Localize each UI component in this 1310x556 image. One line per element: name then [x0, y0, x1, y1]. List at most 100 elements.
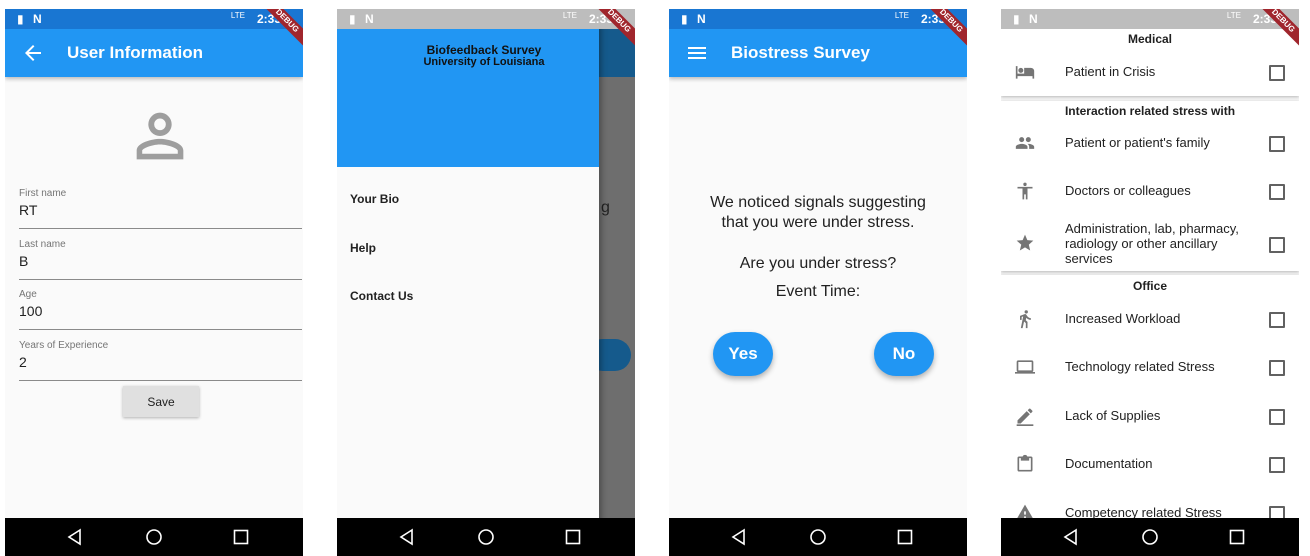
- walk-icon: [1020, 310, 1031, 329]
- field-label: Last name: [19, 239, 66, 250]
- section-title: Office: [1132, 279, 1167, 293]
- person-icon: [136, 112, 184, 160]
- status-notification-icons: ▮ N: [681, 12, 709, 26]
- network-label: LTE: [894, 11, 909, 20]
- network-label: LTE: [230, 11, 245, 20]
- checkbox-row[interactable]: Lack of Supplies: [1001, 396, 1299, 436]
- page-title: User Information: [67, 43, 204, 62]
- status-bar: ▮ N LTE 2:33 DEBUG: [337, 9, 635, 54]
- field-label: First name: [19, 188, 67, 199]
- checkbox[interactable]: [1269, 409, 1285, 425]
- checkbox-row[interactable]: Administration, lab, pharmacy, radiology…: [1001, 221, 1299, 269]
- checkbox[interactable]: [1269, 237, 1285, 253]
- menu-icon[interactable]: [685, 41, 709, 65]
- phone-user-information: ▮ N LTE 2:33 DEBUG User Information Firs…: [5, 9, 303, 556]
- section-interaction: Interaction related stress with Patient …: [1001, 101, 1299, 271]
- field-label: Age: [19, 289, 37, 300]
- navigation-drawer: Biofeedback Survey University of Louisia…: [337, 9, 599, 556]
- field-label: Years of Experience: [19, 340, 109, 351]
- no-button[interactable]: No: [874, 332, 934, 376]
- checkbox[interactable]: [1269, 457, 1285, 473]
- nav-home-icon[interactable]: [144, 527, 164, 547]
- status-bar: ▮ N LTE 2:33 DEBUG: [669, 9, 967, 54]
- app-bar: User Information: [5, 29, 303, 77]
- field-value[interactable]: B: [19, 253, 28, 269]
- accessibility-icon: [1017, 182, 1033, 200]
- status-bar: ▮ N LTE 2:33 DEBUG: [5, 9, 303, 54]
- field-value[interactable]: 2: [19, 354, 27, 370]
- checkbox[interactable]: [1269, 65, 1285, 81]
- last-name-field[interactable]: Last name B: [19, 239, 302, 280]
- phone-biostress-survey: ▮ N LTE 2:33 DEBUG Biostress Survey We n…: [669, 9, 967, 556]
- checkbox-label: Patient in Crisis: [1065, 64, 1156, 79]
- system-nav-bar: [5, 518, 303, 556]
- nav-back-icon[interactable]: [397, 527, 417, 547]
- checkbox[interactable]: [1269, 136, 1285, 152]
- section-title: Medical: [1127, 32, 1172, 46]
- edit-icon: [1016, 408, 1034, 426]
- status-notification-icons: ▮ N: [17, 12, 45, 26]
- checkbox-row[interactable]: Increased Workload: [1001, 299, 1299, 339]
- years-of-experience-field[interactable]: Years of Experience 2: [19, 340, 302, 381]
- yes-button[interactable]: Yes: [713, 332, 773, 376]
- system-nav-bar: [669, 518, 967, 556]
- nav-home-icon[interactable]: [1140, 527, 1160, 547]
- status-notification-icons: ▮ N: [1013, 12, 1041, 26]
- age-field[interactable]: Age 100: [19, 289, 302, 330]
- star-icon: [1016, 234, 1034, 251]
- nav-home-icon[interactable]: [476, 527, 496, 547]
- checkbox-label: Technology related Stress: [1065, 359, 1215, 374]
- nav-back-icon[interactable]: [729, 527, 749, 547]
- nav-recents-icon[interactable]: [895, 527, 915, 547]
- first-name-field[interactable]: First name RT: [19, 188, 302, 229]
- checkbox-row[interactable]: Documentation: [1001, 444, 1299, 484]
- checkbox[interactable]: [1269, 184, 1285, 200]
- checkbox-row[interactable]: Patient or patient's family: [1001, 123, 1299, 163]
- checkbox[interactable]: [1269, 360, 1285, 376]
- drawer-item-your-bio[interactable]: Your Bio: [350, 192, 399, 206]
- status-notification-icons: ▮ N: [349, 12, 377, 26]
- nav-back-icon[interactable]: [1061, 527, 1081, 547]
- checkbox-label: Patient or patient's family: [1065, 135, 1210, 150]
- stress-question: Are you under stress?: [739, 255, 897, 272]
- checkbox-label: Lack of Supplies: [1065, 408, 1161, 423]
- checkbox-label: Documentation: [1065, 456, 1153, 471]
- network-label: LTE: [1226, 11, 1241, 20]
- save-button[interactable]: Save: [123, 386, 199, 417]
- drawer-item-contact-us[interactable]: Contact Us: [350, 289, 413, 303]
- app-bar: Biostress Survey: [669, 29, 967, 77]
- stress-message-line-2: that you were under stress.: [721, 214, 915, 231]
- drawer-item-help[interactable]: Help: [350, 241, 376, 255]
- checkbox-label: Increased Workload: [1065, 311, 1181, 326]
- stress-message-line-1: We noticed signals suggesting: [710, 194, 926, 211]
- dimmed-content-text: g: [601, 199, 610, 216]
- drawer-header: Biofeedback Survey University of Louisia…: [337, 29, 599, 167]
- section-office: Office Increased Workload Technology rel…: [1001, 275, 1299, 535]
- status-bar: ▮ N LTE 2:33 DEBUG: [1001, 9, 1299, 54]
- field-value[interactable]: 100: [19, 303, 42, 319]
- section-title: Interaction related stress with: [1064, 104, 1236, 118]
- page-title: Biostress Survey: [731, 43, 870, 62]
- checkbox[interactable]: [1269, 312, 1285, 328]
- system-nav-bar: [1001, 518, 1299, 556]
- event-time-label: Event Time:: [775, 283, 861, 300]
- nav-recents-icon[interactable]: [231, 527, 251, 547]
- laptop-icon: [1015, 360, 1035, 374]
- drawer-title: Biofeedback Survey: [426, 43, 542, 57]
- checkbox-row[interactable]: Technology related Stress: [1001, 347, 1299, 387]
- checkbox-label: Administration, lab, pharmacy, radiology…: [1065, 221, 1239, 266]
- nav-recents-icon[interactable]: [563, 527, 583, 547]
- arrow-back-icon[interactable]: [21, 41, 45, 65]
- nav-back-icon[interactable]: [65, 527, 85, 547]
- hotel-bed-icon: [1015, 66, 1035, 79]
- nav-recents-icon[interactable]: [1227, 527, 1247, 547]
- checkbox-row[interactable]: Doctors or colleagues: [1001, 171, 1299, 211]
- field-value[interactable]: RT: [19, 202, 37, 218]
- clipboard-icon: [1017, 454, 1033, 472]
- checkbox-label: Doctors or colleagues: [1065, 183, 1191, 198]
- system-nav-bar: [337, 518, 635, 556]
- people-icon: [1015, 137, 1035, 149]
- drawer-subtitle: University of Louisiana: [423, 56, 545, 68]
- nav-home-icon[interactable]: [808, 527, 828, 547]
- checkbox-row[interactable]: Patient in Crisis: [1001, 52, 1299, 92]
